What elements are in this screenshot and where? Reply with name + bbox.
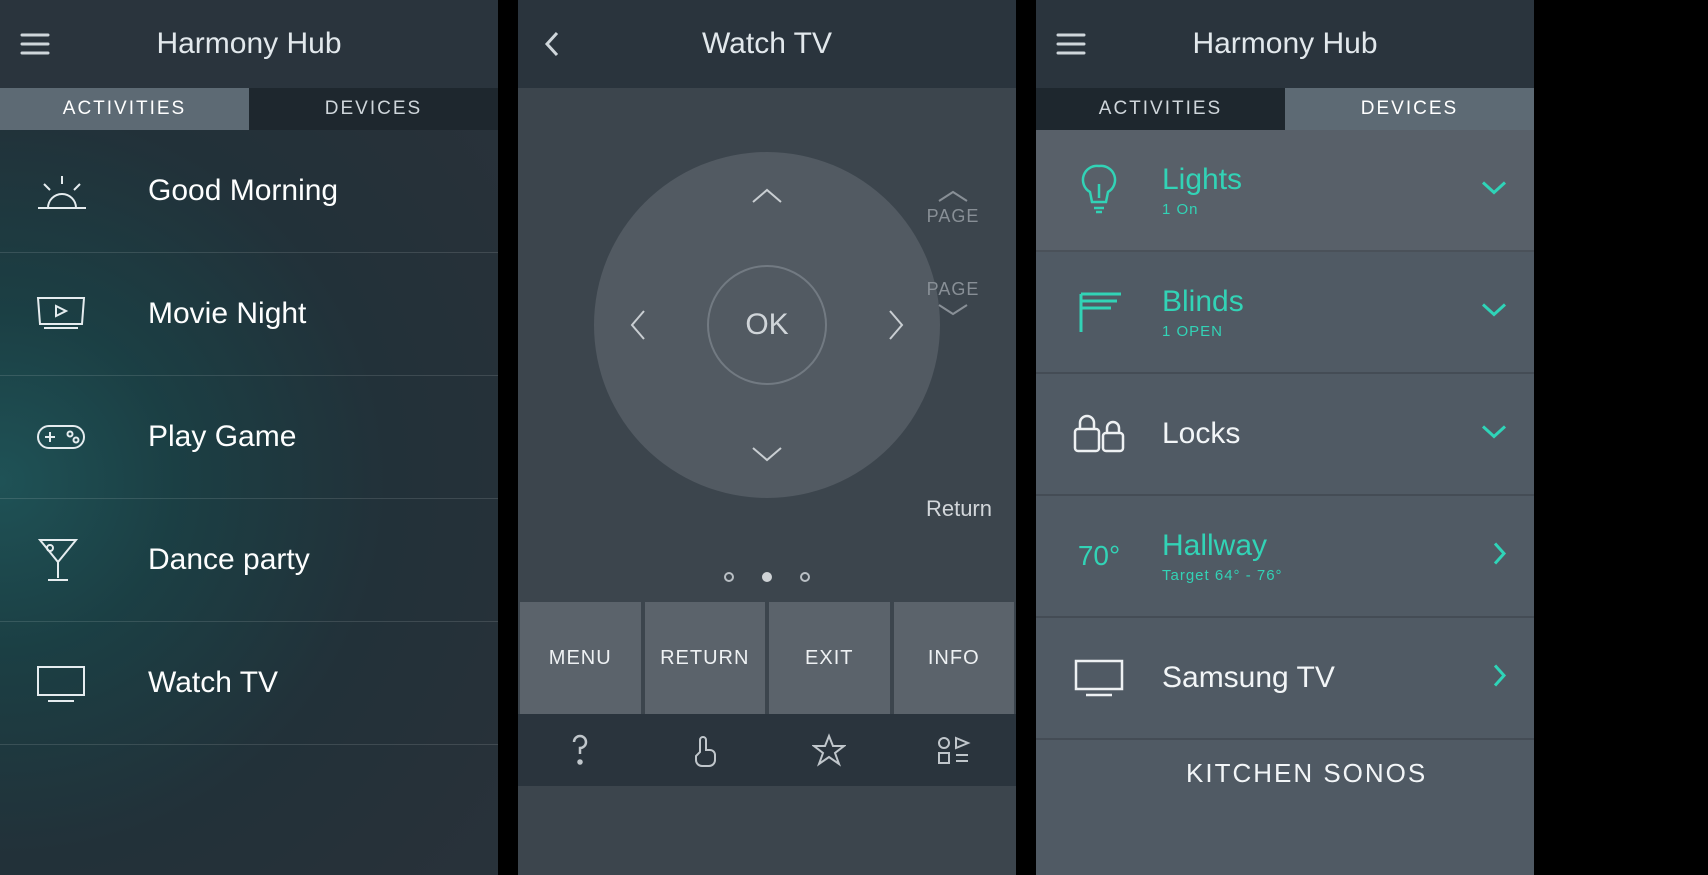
device-kitchen-sonos[interactable]: KITCHEN SONOS (1036, 740, 1534, 800)
activity-icon[interactable] (892, 714, 1017, 786)
dpad-left[interactable] (614, 301, 662, 349)
dpad-down[interactable] (743, 430, 791, 478)
soft-exit[interactable]: EXIT (769, 602, 890, 714)
activity-play-game[interactable]: Play Game (0, 376, 498, 499)
device-title: Lights (1162, 163, 1242, 197)
sunrise-icon (34, 170, 124, 212)
device-locks[interactable]: Locks (1036, 374, 1534, 496)
header-title: Watch TV (518, 27, 1016, 61)
screen-devices: Harmony Hub ACTIVITIES DEVICES Lights 1 … (1036, 0, 1534, 875)
activity-dance-party[interactable]: Dance party (0, 499, 498, 622)
bottom-bar (518, 714, 1016, 786)
screen-activities: Harmony Hub ACTIVITIES DEVICES Good Morn… (0, 0, 498, 875)
device-sub: 1 OPEN (1162, 323, 1244, 340)
device-title: Hallway (1162, 529, 1283, 563)
lock-icon (1064, 411, 1134, 457)
device-sub: Target 64° - 76° (1162, 567, 1283, 584)
device-hallway-thermostat[interactable]: 70° Hallway Target 64° - 76° (1036, 496, 1534, 618)
activity-watch-tv[interactable]: Watch TV (0, 622, 498, 745)
blinds-icon (1064, 288, 1134, 336)
activity-list: Good Morning Movie Night Play Game Dance… (0, 130, 498, 745)
page-label: PAGE (927, 206, 980, 227)
tab-devices[interactable]: DEVICES (1285, 88, 1534, 130)
device-title: KITCHEN SONOS (1186, 758, 1427, 789)
activity-label: Movie Night (148, 297, 306, 331)
menu-button[interactable] (0, 0, 70, 88)
tabs: ACTIVITIES DEVICES (1036, 88, 1534, 130)
activity-label: Watch TV (148, 666, 278, 700)
gamepad-icon (34, 418, 124, 456)
activity-movie-night[interactable]: Movie Night (0, 253, 498, 376)
dpad-up[interactable] (743, 172, 791, 220)
cocktail-icon (34, 534, 124, 586)
soft-return[interactable]: RETURN (645, 602, 766, 714)
page-down[interactable]: PAGE (927, 279, 980, 318)
tab-devices[interactable]: DEVICES (249, 88, 498, 130)
page-dot[interactable] (762, 572, 772, 582)
tabs: ACTIVITIES DEVICES (0, 88, 498, 130)
device-samsung-tv[interactable]: Samsung TV (1036, 618, 1534, 740)
back-button[interactable] (518, 0, 588, 88)
chevron-right-icon (1492, 663, 1508, 694)
favorite-icon[interactable] (767, 714, 892, 786)
device-title: Blinds (1162, 285, 1244, 319)
gesture-icon[interactable] (643, 714, 768, 786)
dpad: OK (594, 152, 940, 498)
page-label: PAGE (927, 279, 980, 300)
header-title: Harmony Hub (1036, 27, 1534, 61)
device-title: Locks (1162, 417, 1240, 451)
soft-menu[interactable]: MENU (520, 602, 641, 714)
activity-good-morning[interactable]: Good Morning (0, 130, 498, 253)
chevron-down-icon (1480, 301, 1508, 324)
tab-activities[interactable]: ACTIVITIES (0, 88, 249, 130)
help-icon[interactable] (518, 714, 643, 786)
chevron-down-icon (1480, 423, 1508, 446)
page-dot[interactable] (724, 572, 734, 582)
page-buttons: PAGE PAGE (914, 188, 992, 318)
tab-activities[interactable]: ACTIVITIES (1036, 88, 1285, 130)
dpad-right[interactable] (872, 301, 920, 349)
soft-info[interactable]: INFO (894, 602, 1015, 714)
menu-button[interactable] (1036, 0, 1106, 88)
chevron-right-icon (1492, 541, 1508, 572)
screen-remote: Watch TV OK PAGE PAGE Return MENU RETUR (518, 0, 1016, 875)
device-title: Samsung TV (1162, 661, 1335, 695)
movie-icon (34, 294, 124, 334)
chevron-down-icon (1480, 179, 1508, 202)
activity-label: Play Game (148, 420, 296, 454)
page-up[interactable]: PAGE (927, 188, 980, 227)
activity-label: Good Morning (148, 174, 338, 208)
dpad-area: OK PAGE PAGE Return (518, 88, 1016, 562)
soft-button-row: MENU RETURN EXIT INFO (518, 602, 1016, 714)
device-sub: 1 On (1162, 201, 1242, 218)
dpad-ok[interactable]: OK (707, 265, 827, 385)
header: Harmony Hub (1036, 0, 1534, 88)
device-lights[interactable]: Lights 1 On (1036, 130, 1534, 252)
header-title: Harmony Hub (0, 27, 498, 61)
thermostat-temp: 70° (1064, 540, 1134, 572)
tv-icon (34, 663, 124, 703)
header: Watch TV (518, 0, 1016, 88)
device-blinds[interactable]: Blinds 1 OPEN (1036, 252, 1534, 374)
page-indicator (518, 562, 1016, 592)
page-dot[interactable] (800, 572, 810, 582)
header: Harmony Hub (0, 0, 498, 88)
device-list: Lights 1 On Blinds 1 OPEN Locks (1036, 130, 1534, 800)
activity-label: Dance party (148, 543, 310, 577)
return-button[interactable]: Return (926, 496, 992, 522)
tv-icon (1064, 657, 1134, 699)
light-icon (1064, 162, 1134, 218)
